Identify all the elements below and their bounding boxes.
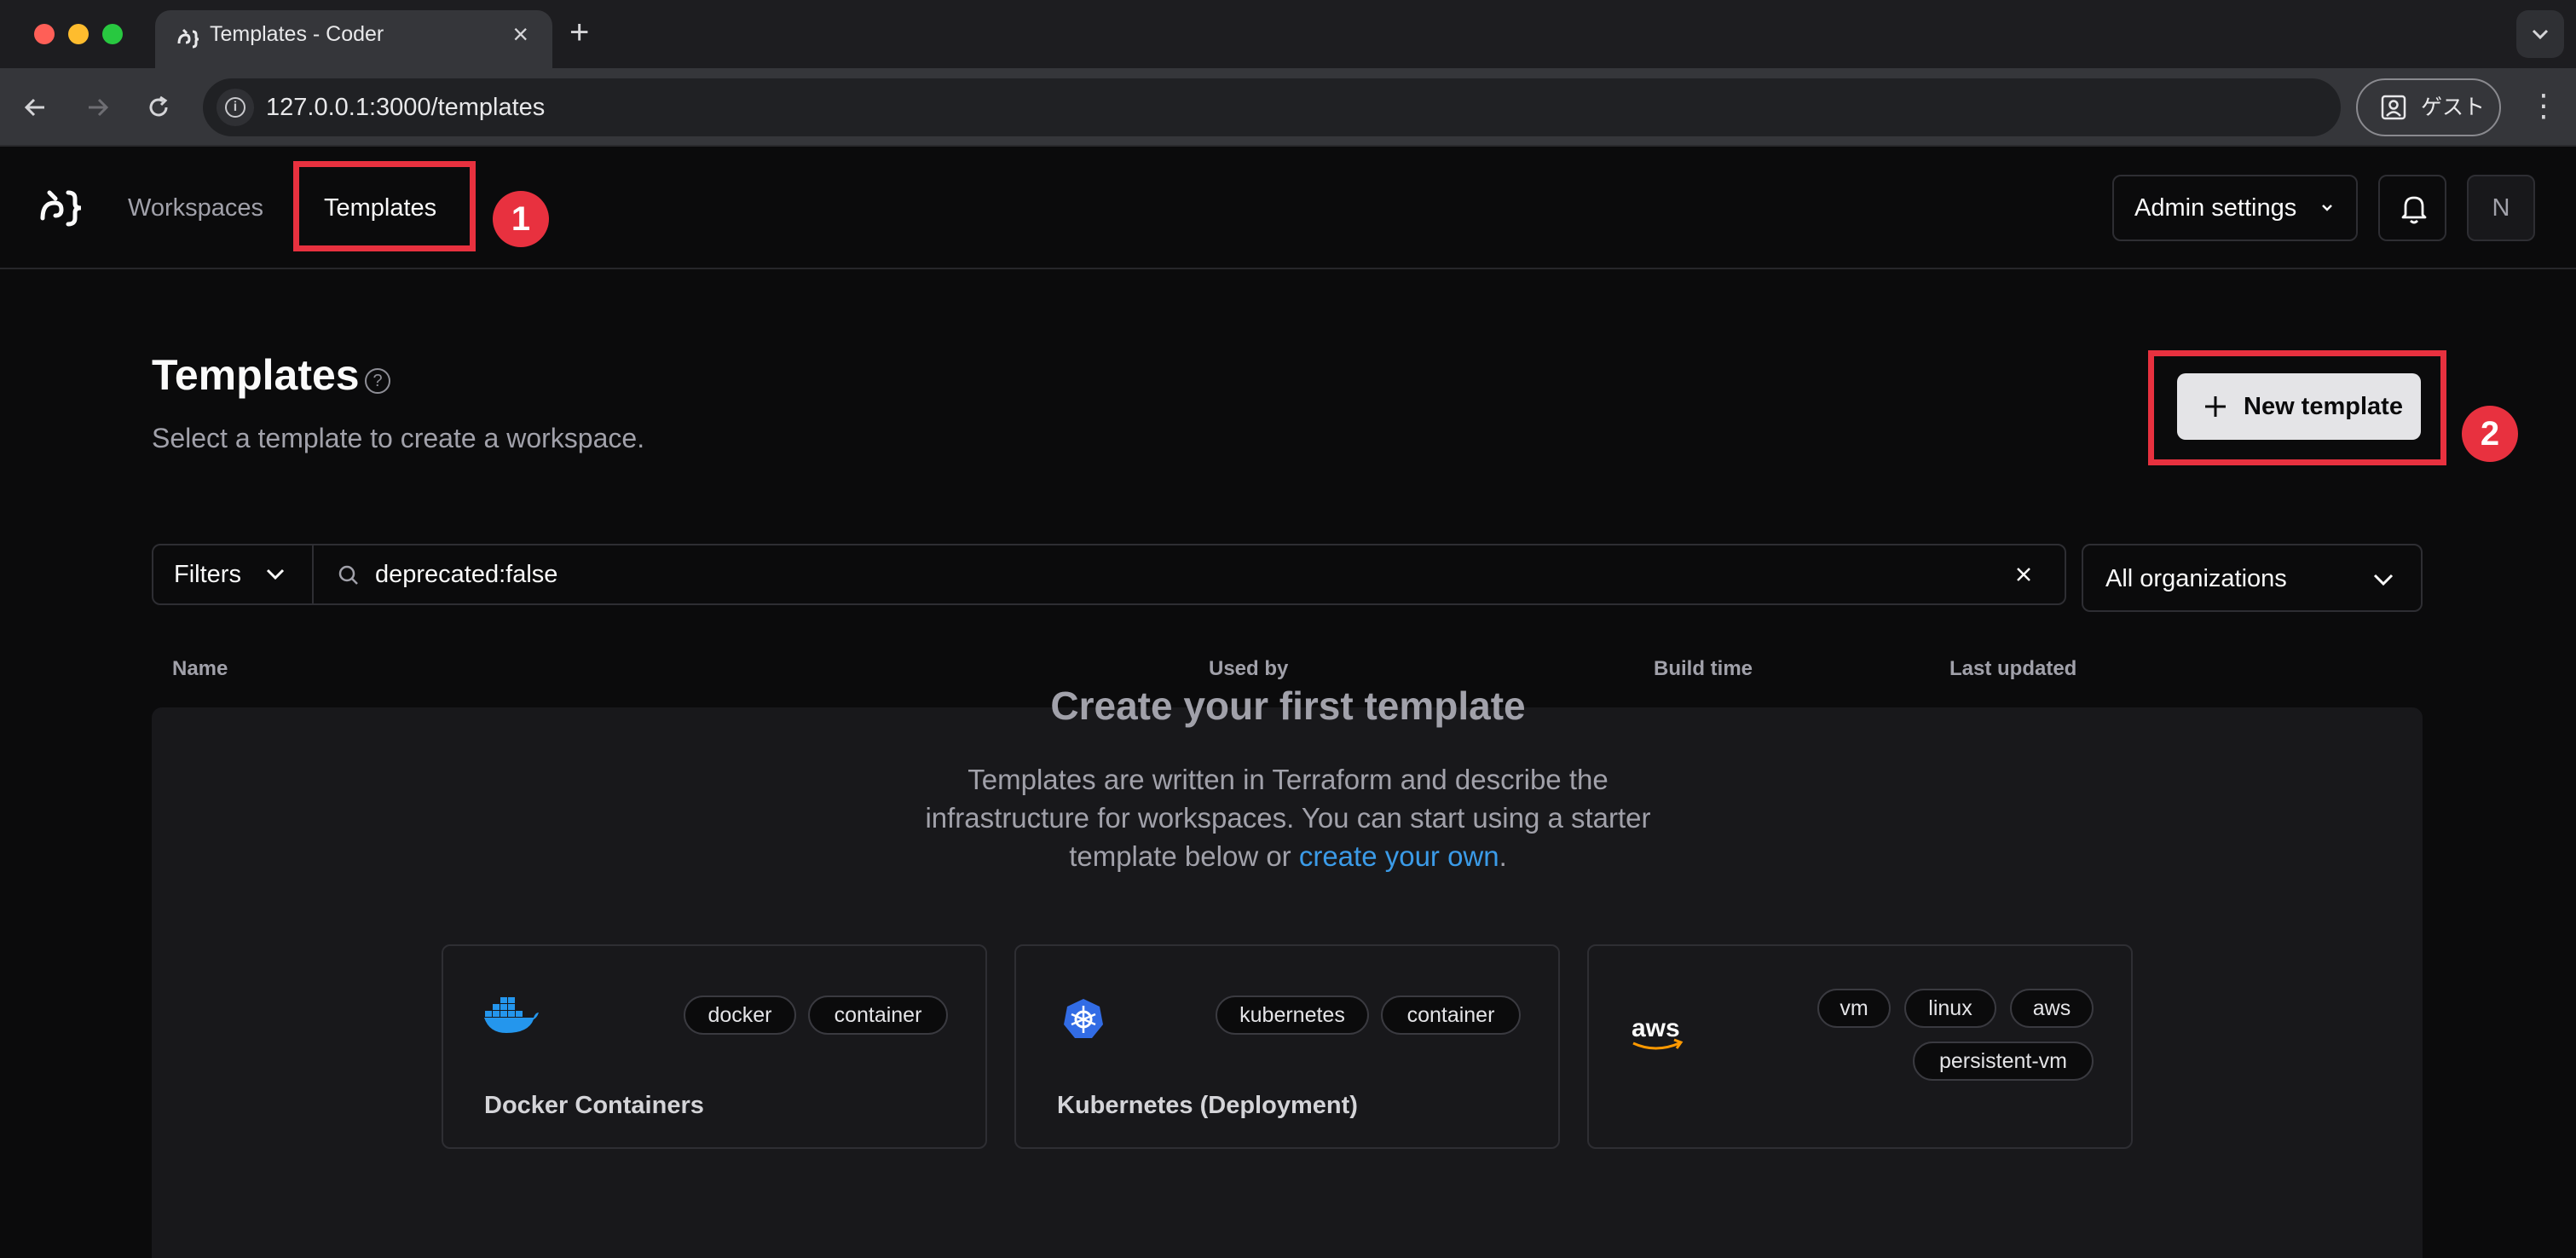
search-input[interactable] — [375, 545, 1995, 603]
clear-search-icon[interactable] — [2013, 564, 2034, 585]
page-title: Templates — [152, 351, 360, 399]
window-zoom-button[interactable] — [102, 24, 123, 44]
tag-chip[interactable]: container — [1381, 995, 1521, 1035]
guest-profile-icon — [2381, 95, 2406, 120]
profile-label: ゲスト — [2421, 95, 2486, 119]
starter-template-title: Kubernetes (Deployment) — [1057, 1092, 1358, 1119]
chevron-down-icon — [266, 568, 285, 580]
svg-text:aws: aws — [1632, 1014, 1680, 1042]
tag-chip[interactable]: docker — [684, 995, 796, 1035]
bell-icon — [2401, 196, 2427, 224]
filters-dropdown-button[interactable]: Filters — [152, 544, 314, 605]
column-header-last-updated: Last updated — [1949, 657, 2077, 680]
reload-icon[interactable] — [140, 89, 177, 126]
browser-menu-icon[interactable]: ⋮ — [2528, 87, 2559, 124]
new-tab-button[interactable]: + — [569, 14, 589, 51]
organization-select[interactable]: All organizations — [2082, 544, 2423, 612]
admin-settings-label: Admin settings — [2134, 194, 2297, 222]
browser-tab-active[interactable]: Templates - Coder × — [155, 10, 552, 68]
create-your-own-link[interactable]: create your own — [1299, 840, 1499, 872]
tag-chip[interactable]: container — [808, 995, 948, 1035]
empty-state-description: Templates are written in Terraform and d… — [887, 760, 1689, 875]
avatar-initial: N — [2492, 194, 2510, 222]
tag-chip[interactable]: linux — [1904, 989, 1996, 1028]
starter-template-card-docker[interactable]: docker container Docker Containers — [442, 944, 987, 1149]
browser-toolbar: i 127.0.0.1:3000/templates ゲスト ⋮ — [0, 68, 2576, 147]
chevron-down-icon — [2532, 29, 2549, 40]
empty-state-description-text: Templates are written in Terraform and d… — [925, 764, 1651, 872]
tag-chip[interactable]: aws — [2010, 989, 2094, 1028]
forward-arrow-icon[interactable] — [78, 89, 116, 126]
address-bar[interactable]: i 127.0.0.1:3000/templates — [203, 78, 2341, 136]
coder-favicon-icon — [177, 28, 199, 49]
annotation-highlight-new-template — [2148, 350, 2446, 465]
profile-button[interactable]: ゲスト — [2356, 78, 2501, 136]
tab-search-button[interactable] — [2516, 10, 2564, 58]
url-text: 127.0.0.1:3000/templates — [266, 94, 546, 121]
column-header-name: Name — [172, 657, 228, 680]
annotation-badge-2: 2 — [2462, 406, 2518, 462]
info-icon: i — [225, 97, 245, 118]
tag-chip[interactable]: vm — [1817, 989, 1891, 1028]
annotation-highlight-templates-nav — [293, 161, 476, 251]
empty-state-title: Create your first template — [1050, 684, 1526, 728]
user-avatar-button[interactable]: N — [2467, 175, 2535, 241]
annotation-badge-1: 1 — [493, 191, 549, 247]
docker-icon — [484, 997, 539, 1033]
starter-template-card-kubernetes[interactable]: kubernetes container Kubernetes (Deploym… — [1014, 944, 1560, 1149]
window-close-button[interactable] — [34, 24, 55, 44]
admin-settings-button[interactable]: Admin settings — [2112, 175, 2358, 241]
search-field[interactable] — [312, 544, 2066, 605]
site-info-button[interactable]: i — [217, 89, 254, 126]
chevron-down-icon — [2373, 574, 2394, 586]
starter-template-card-aws[interactable]: aws vm linux aws persistent-vm — [1587, 944, 2133, 1149]
organization-select-value: All organizations — [2105, 565, 2287, 592]
nav-workspaces-link[interactable]: Workspaces — [128, 189, 263, 227]
kubernetes-icon — [1064, 999, 1103, 1038]
empty-state-description-end: . — [1499, 840, 1507, 872]
notifications-button[interactable] — [2378, 175, 2446, 241]
tag-chip[interactable]: kubernetes — [1216, 995, 1369, 1035]
page-subtitle: Select a template to create a workspace. — [152, 423, 645, 453]
starter-template-title: Docker Containers — [484, 1092, 704, 1119]
tab-title: Templates - Coder — [210, 22, 384, 46]
tab-close-icon[interactable]: × — [512, 19, 528, 49]
help-icon[interactable]: ? — [365, 368, 390, 394]
back-arrow-icon[interactable] — [17, 89, 55, 126]
tag-chip[interactable]: persistent-vm — [1913, 1042, 2094, 1081]
window-minimize-button[interactable] — [68, 24, 89, 44]
browser-tab-bar: Templates - Coder × + — [0, 0, 2576, 68]
coder-logo-icon[interactable] — [38, 184, 87, 234]
aws-icon: aws — [1632, 1014, 1684, 1050]
filters-label: Filters — [174, 561, 241, 588]
app-navbar: Workspaces Templates 1 Admin settings N — [0, 147, 2576, 269]
column-header-used-by: Used by — [1209, 657, 1289, 680]
search-icon — [338, 565, 358, 585]
chevron-down-icon — [2322, 205, 2332, 211]
column-header-build-time: Build time — [1654, 657, 1753, 680]
